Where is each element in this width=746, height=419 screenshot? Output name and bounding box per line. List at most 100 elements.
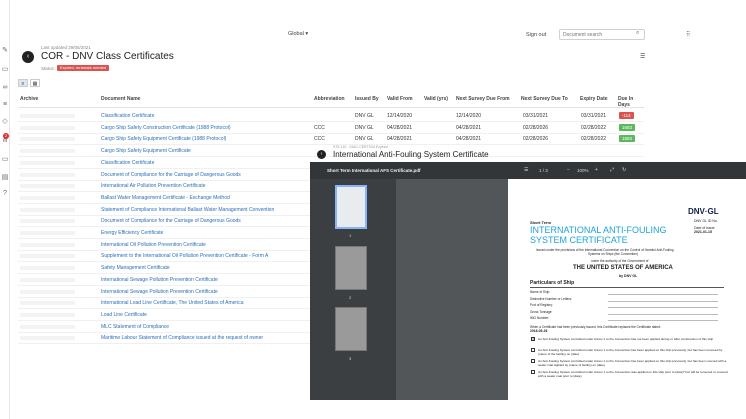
afs-checkbox[interactable] <box>531 370 535 374</box>
col-archive[interactable]: Archive <box>20 96 38 102</box>
help-icon[interactable]: ? <box>1 190 9 198</box>
document-name-link[interactable]: Cargo Ship Safety Construction Certifica… <box>101 125 231 131</box>
particulars-divider <box>530 287 724 288</box>
scope-selector[interactable]: Global ▾ <box>288 31 308 37</box>
zoom-in-icon[interactable]: + <box>595 167 598 173</box>
overlay-back-button[interactable]: ‹ <box>317 150 326 159</box>
due-days-badge: 1683 <box>619 135 636 143</box>
col-document-name[interactable]: Document Name <box>101 96 140 102</box>
afs-checkbox[interactable]: ✕ <box>531 337 535 341</box>
pdf-zoom-level[interactable]: 100% <box>577 168 589 173</box>
afs-checkbox-label: An Anti-Fouling System controlled under … <box>538 359 727 367</box>
back-button[interactable]: ‹ <box>22 51 34 63</box>
afs-checkbox-label: An Anti-Fouling System controlled under … <box>538 370 728 378</box>
col-valid-yrs[interactable]: Valid (yrs) <box>424 96 448 102</box>
chart-icon[interactable]: ▤ <box>1 174 9 182</box>
menu-list-icon[interactable]: ☰ <box>640 53 645 60</box>
cell-survey-to: 02/28/2026 <box>523 136 549 143</box>
table-row[interactable]: Cargo Ship Safety Construction Certifica… <box>18 122 644 134</box>
document-name-link[interactable]: Classification Certificate <box>101 160 154 166</box>
pdf-thumbnail-2[interactable] <box>335 246 367 290</box>
document-name-link[interactable]: Statement of Compliance International Ba… <box>101 207 274 213</box>
document-search-input[interactable] <box>559 29 645 40</box>
document-name-link[interactable]: International Load Line Certificate, The… <box>101 300 244 306</box>
document-name-link[interactable]: Load Line Certificate <box>101 312 147 318</box>
pdf-thumbnails: 1 2 3 <box>310 179 396 400</box>
document-name-link[interactable]: Maritime Labour Statement of Compliance … <box>101 335 263 341</box>
col-survey-to[interactable]: Next Survey Due To <box>521 96 568 102</box>
col-issued-by[interactable]: Issued By <box>355 96 379 102</box>
archive-cell <box>20 114 75 118</box>
edit-icon[interactable]: ✎ <box>1 47 9 55</box>
document-name-link[interactable]: International Sewage Pollution Preventio… <box>101 277 218 283</box>
document-name-link[interactable]: International Air Pollution Prevention C… <box>101 183 206 189</box>
afs-checkbox[interactable] <box>531 359 535 363</box>
ship-field-label: Distinctive Number or Letters: <box>530 296 572 301</box>
document-name-link[interactable]: Cargo Ship Safety Equipment Certificate <box>101 148 191 154</box>
document-icon[interactable]: ≡ <box>1 101 9 109</box>
sign-out-link[interactable]: Sign out <box>526 32 546 38</box>
cell-from: 12/14/2020 <box>387 113 413 119</box>
archive-cell <box>20 324 75 329</box>
document-name-link[interactable]: Safety Management Certificate <box>101 265 170 271</box>
document-name-link[interactable]: International Oil Pollution Prevention C… <box>101 242 206 248</box>
col-expiry[interactable]: Expiry Date <box>580 96 608 102</box>
rotate-icon[interactable]: ↻ <box>622 167 626 173</box>
archive-cell <box>20 207 75 212</box>
left-rail: ✎ ▭ ∞ ≡ ◇ ⋔ 2 ▭ ▤ ? <box>0 0 10 419</box>
notification-badge: 2 <box>3 133 9 139</box>
link-icon[interactable]: ∞ <box>1 84 9 92</box>
folder-icon[interactable]: ▭ <box>1 156 9 164</box>
document-name-link[interactable]: Energy Efficiency Certificate <box>101 230 163 236</box>
sidebar-toggle-icon[interactable]: ☰ <box>524 167 528 173</box>
apps-grid-icon[interactable]: ⠿ <box>686 31 690 38</box>
authority-text: under the authority of the Government of <box>591 259 649 263</box>
thumb-label: 3 <box>349 356 352 361</box>
issued-under-text-2: Systems on Ships (the Convention) <box>588 252 638 256</box>
col-valid-from[interactable]: Valid From <box>387 96 413 102</box>
cell-survey-to: 03/31/2021 <box>523 113 549 119</box>
fit-page-icon[interactable]: ⤢ <box>610 167 614 173</box>
afs-checkbox[interactable] <box>531 348 535 352</box>
due-days-badge: 1683 <box>619 123 636 131</box>
table-row[interactable]: Cargo Ship Safety Equipment Certificate … <box>18 133 644 146</box>
cell-expiry: 02/28/2022 <box>581 136 607 143</box>
document-name-link[interactable]: Document of Compliance for the Carriage … <box>101 172 241 178</box>
ship-field-line <box>608 307 718 308</box>
calendar-icon[interactable]: ▭ <box>1 66 9 74</box>
grid-view-toggle[interactable]: ▦ <box>30 79 40 87</box>
pdf-thumbnail-3[interactable] <box>335 307 367 351</box>
document-name-link[interactable]: MLC Statement of Compliance <box>101 324 169 330</box>
pdf-toolbar: Short Term International AFS Certificate… <box>310 162 746 179</box>
cert-id-label: DNV GL ID No. <box>694 219 718 223</box>
cell-from: 04/28/2021 <box>387 136 413 143</box>
ship-field-line <box>608 294 718 295</box>
table-row[interactable]: Cargo Ship Safety Equipment Certificate <box>18 145 644 158</box>
archive-cell <box>20 184 75 189</box>
document-name-link[interactable]: Classification Certificate <box>101 113 154 119</box>
pdf-page-indicator[interactable]: 1 / 3 <box>539 168 548 173</box>
col-survey-from[interactable]: Next Survey Due From <box>456 96 510 102</box>
cert-title-line2: SYSTEM CERTIFICATE <box>530 235 628 245</box>
document-name-link[interactable]: International Sewage Pollution Preventio… <box>101 289 218 295</box>
archive-cell <box>20 289 75 294</box>
ship-field-label: Name of Ship: <box>530 290 551 294</box>
shield-icon[interactable]: ◇ <box>1 118 9 126</box>
zoom-out-icon[interactable]: − <box>567 167 570 173</box>
afs-checkbox-label: An Anti-Fouling System controlled under … <box>538 348 723 356</box>
document-name-link[interactable]: Supplement to the International Oil Poll… <box>101 253 268 259</box>
prev-cert-text: When a Certificate has been previously i… <box>530 325 661 329</box>
document-name-link[interactable]: Cargo Ship Safety Equipment Certificate … <box>101 136 226 142</box>
issued-by-text: by DNV GL <box>619 274 638 278</box>
ship-field-label: IMO Number: <box>530 316 550 320</box>
document-name-link[interactable]: Ballast Water Management Certificate - E… <box>101 195 230 201</box>
document-name-link[interactable]: Document of Compliance for the Carriage … <box>101 218 241 224</box>
pdf-thumbnail-1[interactable] <box>335 185 367 229</box>
list-view-toggle[interactable]: ≡ <box>18 79 28 87</box>
col-abbreviation[interactable]: Abbreviation <box>314 96 345 102</box>
pdf-page: DNV·GL DNV GL ID No. Date of issue: 2021… <box>508 179 746 400</box>
cell-issued: DNV GL <box>355 113 374 119</box>
table-row[interactable]: Classification Certificate DNV GL 12/14/20… <box>18 110 644 122</box>
search-icon[interactable]: ⌕ <box>636 30 639 37</box>
pdf-viewer: Short Term International AFS Certificate… <box>310 162 746 400</box>
